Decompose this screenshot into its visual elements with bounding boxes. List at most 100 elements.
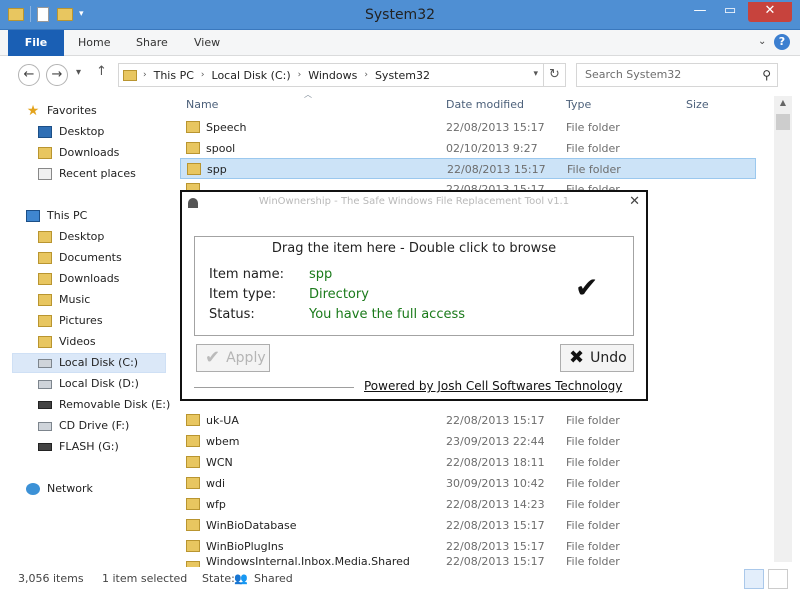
dialog-close-button[interactable]: ✕ (629, 194, 640, 209)
sidebar-item-label: Music (59, 293, 91, 306)
breadcrumb-this-pc[interactable]: This PC (154, 69, 194, 82)
desktop-icon (38, 126, 52, 138)
breadcrumb-separator[interactable]: › (364, 70, 368, 80)
tab-share[interactable]: Share (136, 30, 168, 56)
column-header-date[interactable]: Date modified (446, 96, 524, 114)
large-icons-view-button[interactable] (768, 569, 788, 589)
selection-count: 1 item selected (102, 572, 188, 585)
file-row[interactable]: wfp 22/08/2013 14:23 File folder (180, 494, 756, 515)
breadcrumb-windows[interactable]: Windows (308, 69, 357, 82)
back-button[interactable]: ← (18, 64, 40, 86)
help-icon[interactable]: ? (774, 34, 790, 50)
file-name: wdi (206, 477, 226, 490)
cd-drive-icon (38, 421, 52, 431)
sidebar-item-label: Desktop (59, 125, 105, 138)
drop-zone[interactable]: Drag the item here - Double click to bro… (194, 236, 634, 336)
file-name: WinBioDatabase (206, 519, 297, 532)
star-icon: ★ (26, 103, 40, 119)
sidebar-item-label: FLASH (G:) (59, 440, 119, 453)
undo-button[interactable]: ✖ Undo (560, 344, 634, 372)
address-bar[interactable]: › This PC › Local Disk (C:) › Windows › … (118, 63, 566, 87)
sidebar-item-label: This PC (47, 209, 88, 222)
forward-button[interactable]: → (46, 64, 68, 86)
breadcrumb-separator[interactable]: › (201, 70, 205, 80)
folder-icon (186, 477, 200, 489)
file-type: File folder (566, 414, 620, 427)
scroll-thumb[interactable] (776, 114, 790, 130)
powered-by-link[interactable]: Powered by Josh Cell Softwares Technolog… (364, 379, 622, 393)
recent-locations-chevron-icon[interactable]: ▾ (76, 67, 81, 78)
breadcrumb-system32[interactable]: System32 (375, 69, 430, 82)
sidebar-item-local-disk-c[interactable]: Local Disk (C:) (12, 353, 166, 373)
divider (194, 387, 354, 388)
item-type-value: Directory (309, 287, 369, 302)
file-row-selected[interactable]: spp 22/08/2013 15:17 File folder (180, 158, 756, 179)
scroll-up-icon[interactable]: ▲ (774, 98, 792, 107)
sidebar-item-label: Local Disk (C:) (59, 356, 139, 369)
item-name-label: Item name: (209, 267, 284, 282)
downloads-icon (38, 273, 52, 285)
title-bar: ▾ System32 — ▭ ✕ (0, 0, 800, 30)
file-date: 30/09/2013 10:42 (446, 477, 545, 490)
file-row[interactable]: uk-UA 22/08/2013 15:17 File folder (180, 410, 756, 431)
refresh-icon[interactable]: ↻ (543, 64, 565, 86)
status-label: Status: (209, 307, 255, 322)
search-input[interactable]: Search System32 ⚲ (576, 63, 778, 87)
file-row[interactable]: wbem 23/09/2013 22:44 File folder (180, 431, 756, 452)
chevron-down-icon[interactable]: ⌄ (758, 36, 766, 47)
file-row[interactable]: WCN 22/08/2013 18:11 File folder (180, 452, 756, 473)
breadcrumb-local-disk[interactable]: Local Disk (C:) (212, 69, 291, 82)
file-date: 22/08/2013 14:23 (446, 498, 545, 511)
file-row[interactable]: WinBioPlugIns 22/08/2013 15:17 File fold… (180, 536, 756, 557)
sidebar-item-favorites[interactable]: ★ Favorites (26, 101, 192, 121)
column-header-name[interactable]: Name (186, 96, 218, 114)
file-type: File folder (566, 477, 620, 490)
sidebar-item-label: Videos (59, 335, 96, 348)
search-placeholder: Search System32 (585, 68, 682, 81)
videos-icon (38, 336, 52, 348)
sidebar-item-network[interactable]: Network (26, 479, 192, 499)
dialog-title-bar: WinOwnership - The Safe Windows File Rep… (182, 192, 646, 214)
dialog-title: WinOwnership - The Safe Windows File Rep… (258, 196, 570, 207)
search-icon[interactable]: ⚲ (762, 64, 771, 86)
computer-icon (26, 210, 40, 222)
folder-icon (186, 456, 200, 468)
item-type-label: Item type: (209, 287, 277, 302)
tab-file[interactable]: File (8, 30, 64, 56)
up-arrow-icon[interactable]: ↑ (96, 64, 107, 79)
apply-button-label: Apply (226, 350, 266, 366)
minimize-button[interactable]: — (686, 2, 714, 22)
usb-drive-icon (38, 401, 52, 409)
file-row[interactable]: WinBioDatabase 22/08/2013 15:17 File fol… (180, 515, 756, 536)
sidebar-item-this-pc[interactable]: This PC (26, 206, 192, 226)
shared-icon: 👥 (234, 572, 248, 585)
file-row[interactable]: spool 02/10/2013 9:27 File folder (180, 138, 756, 159)
maximize-button[interactable]: ▭ (716, 2, 744, 22)
drive-icon (38, 379, 52, 389)
undo-button-label: Undo (590, 350, 627, 366)
file-row[interactable]: WindowsInternal.Inbox.Media.Shared 22/08… (180, 557, 756, 567)
column-header-size[interactable]: Size (686, 96, 709, 114)
folder-icon (186, 498, 200, 510)
file-type: File folder (566, 121, 620, 134)
file-type: File folder (566, 540, 620, 553)
column-header-type[interactable]: Type (566, 96, 591, 114)
file-row[interactable]: wdi 30/09/2013 10:42 File folder (180, 473, 756, 494)
tab-home[interactable]: Home (78, 30, 110, 56)
file-date: 22/08/2013 18:11 (446, 456, 545, 469)
close-button[interactable]: ✕ (748, 2, 792, 22)
music-icon (38, 294, 52, 306)
recent-places-icon (38, 168, 52, 180)
vertical-scrollbar[interactable]: ▲ (774, 96, 792, 562)
apply-button[interactable]: ✔ Apply (196, 344, 270, 372)
breadcrumb-separator[interactable]: › (298, 70, 302, 80)
tab-view[interactable]: View (194, 30, 220, 56)
file-row[interactable]: Speech 22/08/2013 15:17 File folder (180, 117, 756, 138)
breadcrumb-separator[interactable]: › (143, 70, 147, 80)
file-name: Speech (206, 121, 247, 134)
network-icon (26, 483, 40, 495)
folder-icon (186, 142, 200, 154)
chevron-down-icon[interactable]: ▾ (533, 69, 538, 79)
details-view-button[interactable] (744, 569, 764, 589)
usb-drive-icon (38, 443, 52, 451)
